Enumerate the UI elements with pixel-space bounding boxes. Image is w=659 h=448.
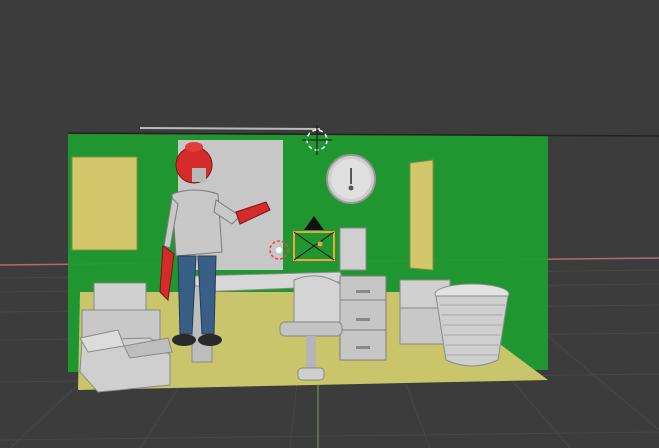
filing-cabinet[interactable] [339,275,387,361]
selection-edge [139,127,321,130]
left-door[interactable] [71,156,138,251]
3d-viewport[interactable] [0,0,659,448]
wall-clock[interactable] [326,154,376,204]
viewport-scene[interactable] [0,0,659,448]
wastebasket[interactable] [434,283,510,367]
right-door[interactable] [409,159,434,271]
